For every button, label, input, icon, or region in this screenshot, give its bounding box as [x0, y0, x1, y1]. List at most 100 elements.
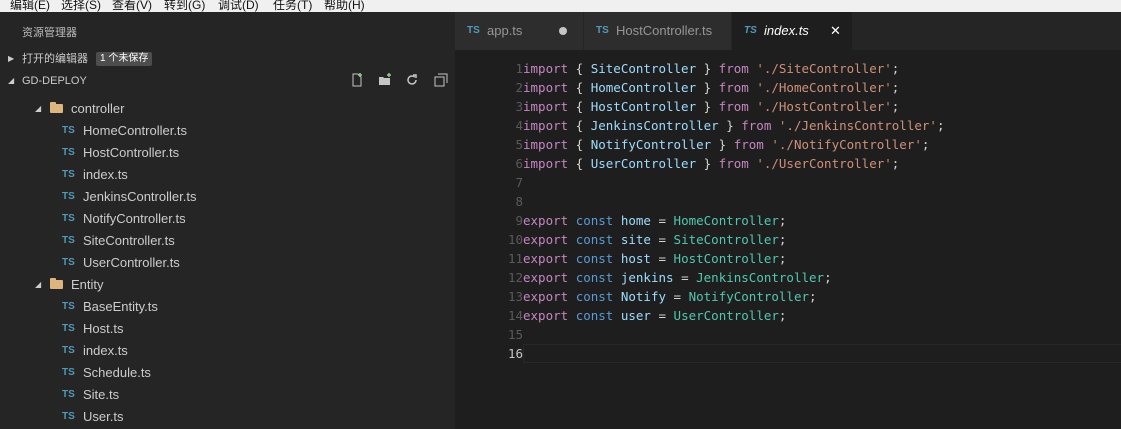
menu-item[interactable]: 编辑(E) — [10, 0, 50, 12]
code-token: ; — [891, 80, 900, 95]
line-text: import { HomeController } from './HomeCo… — [523, 78, 899, 97]
code-token: const — [575, 308, 614, 323]
project-label: GD-DEPLOY — [22, 75, 87, 87]
menu-item[interactable]: 查看(V) — [112, 0, 152, 12]
line-text: import { JenkinsController } from './Jen… — [523, 116, 944, 135]
line-text: export const Notify = NotifyController; — [523, 287, 817, 306]
code-token: export — [523, 232, 569, 247]
code-line: 1 import { SiteController } from './SiteC… — [455, 59, 1121, 78]
code-token: ; — [891, 61, 900, 76]
typescript-file-icon: TS — [62, 345, 75, 356]
line-number: 2 — [515, 80, 523, 95]
code-token: './HostController' — [756, 99, 892, 114]
typescript-file-icon: TS — [62, 147, 75, 158]
file-item[interactable]: TS User.ts — [0, 406, 455, 428]
file-item[interactable]: TS HomeController.ts — [0, 120, 455, 142]
code-token: = — [650, 308, 674, 323]
code-token: from — [718, 61, 749, 76]
editor-tab[interactable]: TS index.ts ✕ — [732, 12, 852, 50]
folder-icon — [50, 102, 63, 113]
file-item[interactable]: TS BaseEntity.ts — [0, 296, 455, 318]
menu-item[interactable]: 选择(S) — [61, 0, 101, 12]
new-file-icon[interactable] — [349, 73, 365, 89]
typescript-file-icon: TS — [62, 169, 75, 180]
file-label: BaseEntity.ts — [83, 299, 158, 314]
file-item[interactable]: TS Schedule.ts — [0, 362, 455, 384]
code-token: { — [568, 99, 591, 114]
code-token: const — [575, 251, 614, 266]
close-icon[interactable]: ✕ — [830, 12, 841, 50]
code-token: = — [650, 251, 674, 266]
open-editors-header[interactable]: ▶ 打开的编辑器 1 个未保存 — [0, 48, 455, 70]
chevron-right-icon: ▶ — [8, 54, 15, 63]
file-item[interactable]: TS HostController.ts — [0, 142, 455, 164]
line-text: export const host = HostController; — [523, 249, 786, 268]
code-token: './SiteController' — [756, 61, 892, 76]
menu-item[interactable]: 调试(D) — [218, 0, 259, 12]
file-item[interactable]: TS index.ts — [0, 340, 455, 362]
code-token: HostController — [673, 251, 779, 266]
file-label: SiteController.ts — [83, 233, 175, 248]
code-token: './JenkinsController' — [778, 118, 937, 133]
menu-item[interactable]: 转到(G) — [164, 0, 205, 12]
file-item[interactable]: TS index.ts — [0, 164, 455, 186]
file-item[interactable]: TS SiteController.ts — [0, 230, 455, 252]
file-item[interactable]: TS Host.ts — [0, 318, 455, 340]
line-number: 12 — [507, 270, 523, 285]
line-text: export const jenkins = JenkinsController… — [523, 268, 832, 287]
code-token: HostController — [590, 99, 697, 114]
project-header[interactable]: ◢ GD-DEPLOY — [0, 70, 455, 92]
file-item[interactable]: TS UserController.ts — [0, 252, 455, 274]
code-token: './HomeController' — [756, 80, 892, 95]
code-token: } — [696, 99, 719, 114]
code-token: from — [718, 99, 749, 114]
code-token: ; — [891, 156, 900, 171]
editor-tab[interactable]: TS app.ts — [455, 12, 583, 50]
file-label: Host.ts — [83, 321, 124, 336]
file-label: UserController.ts — [83, 255, 180, 270]
chevron-down-icon: ◢ — [35, 280, 42, 289]
tab-label: index.ts — [764, 23, 809, 38]
code-token: ; — [891, 99, 900, 114]
editor-tab[interactable]: TS HostController.ts — [584, 12, 731, 50]
folder-item[interactable]: ◢ controller — [0, 98, 455, 120]
folder-label: Entity — [71, 277, 104, 292]
file-label: Schedule.ts — [83, 365, 151, 380]
file-item[interactable]: TS Site.ts — [0, 384, 455, 406]
current-line-highlight — [523, 344, 1121, 363]
code-token: home — [620, 213, 651, 228]
code-line: 8 — [455, 192, 1121, 211]
code-token: from — [718, 156, 749, 171]
file-label: HostController.ts — [83, 145, 180, 160]
file-item[interactable]: TS JenkinsController.ts — [0, 186, 455, 208]
collapse-all-icon[interactable] — [433, 73, 449, 89]
code-token: ; — [824, 270, 832, 285]
code-token: { — [568, 137, 591, 152]
code-editor[interactable]: 1 import { SiteController } from './SiteC… — [455, 50, 1121, 429]
file-label: HomeController.ts — [83, 123, 188, 138]
folder-item[interactable]: ◢ Entity — [0, 274, 455, 296]
typescript-file-icon: TS — [467, 25, 480, 36]
code-token: UserController — [590, 156, 697, 171]
line-text: export const user = UserController; — [523, 306, 786, 325]
code-token: } — [718, 118, 742, 133]
code-token: } — [696, 80, 719, 95]
menu-item[interactable]: 任务(T) — [273, 0, 312, 12]
code-line: 14 export const user = UserController; — [455, 306, 1121, 325]
menu-item[interactable]: 帮助(H) — [324, 0, 365, 12]
unsaved-dot-icon[interactable] — [559, 27, 567, 35]
file-label: Site.ts — [83, 387, 120, 402]
line-text: export const site = SiteController; — [523, 230, 786, 249]
typescript-file-icon: TS — [62, 213, 75, 224]
tab-label: HostController.ts — [616, 23, 713, 38]
code-token: from — [718, 80, 749, 95]
refresh-icon[interactable] — [404, 73, 420, 89]
code-token: ; — [921, 137, 930, 152]
file-item[interactable]: TS NotifyController.ts — [0, 208, 455, 230]
new-folder-icon[interactable] — [377, 73, 393, 89]
